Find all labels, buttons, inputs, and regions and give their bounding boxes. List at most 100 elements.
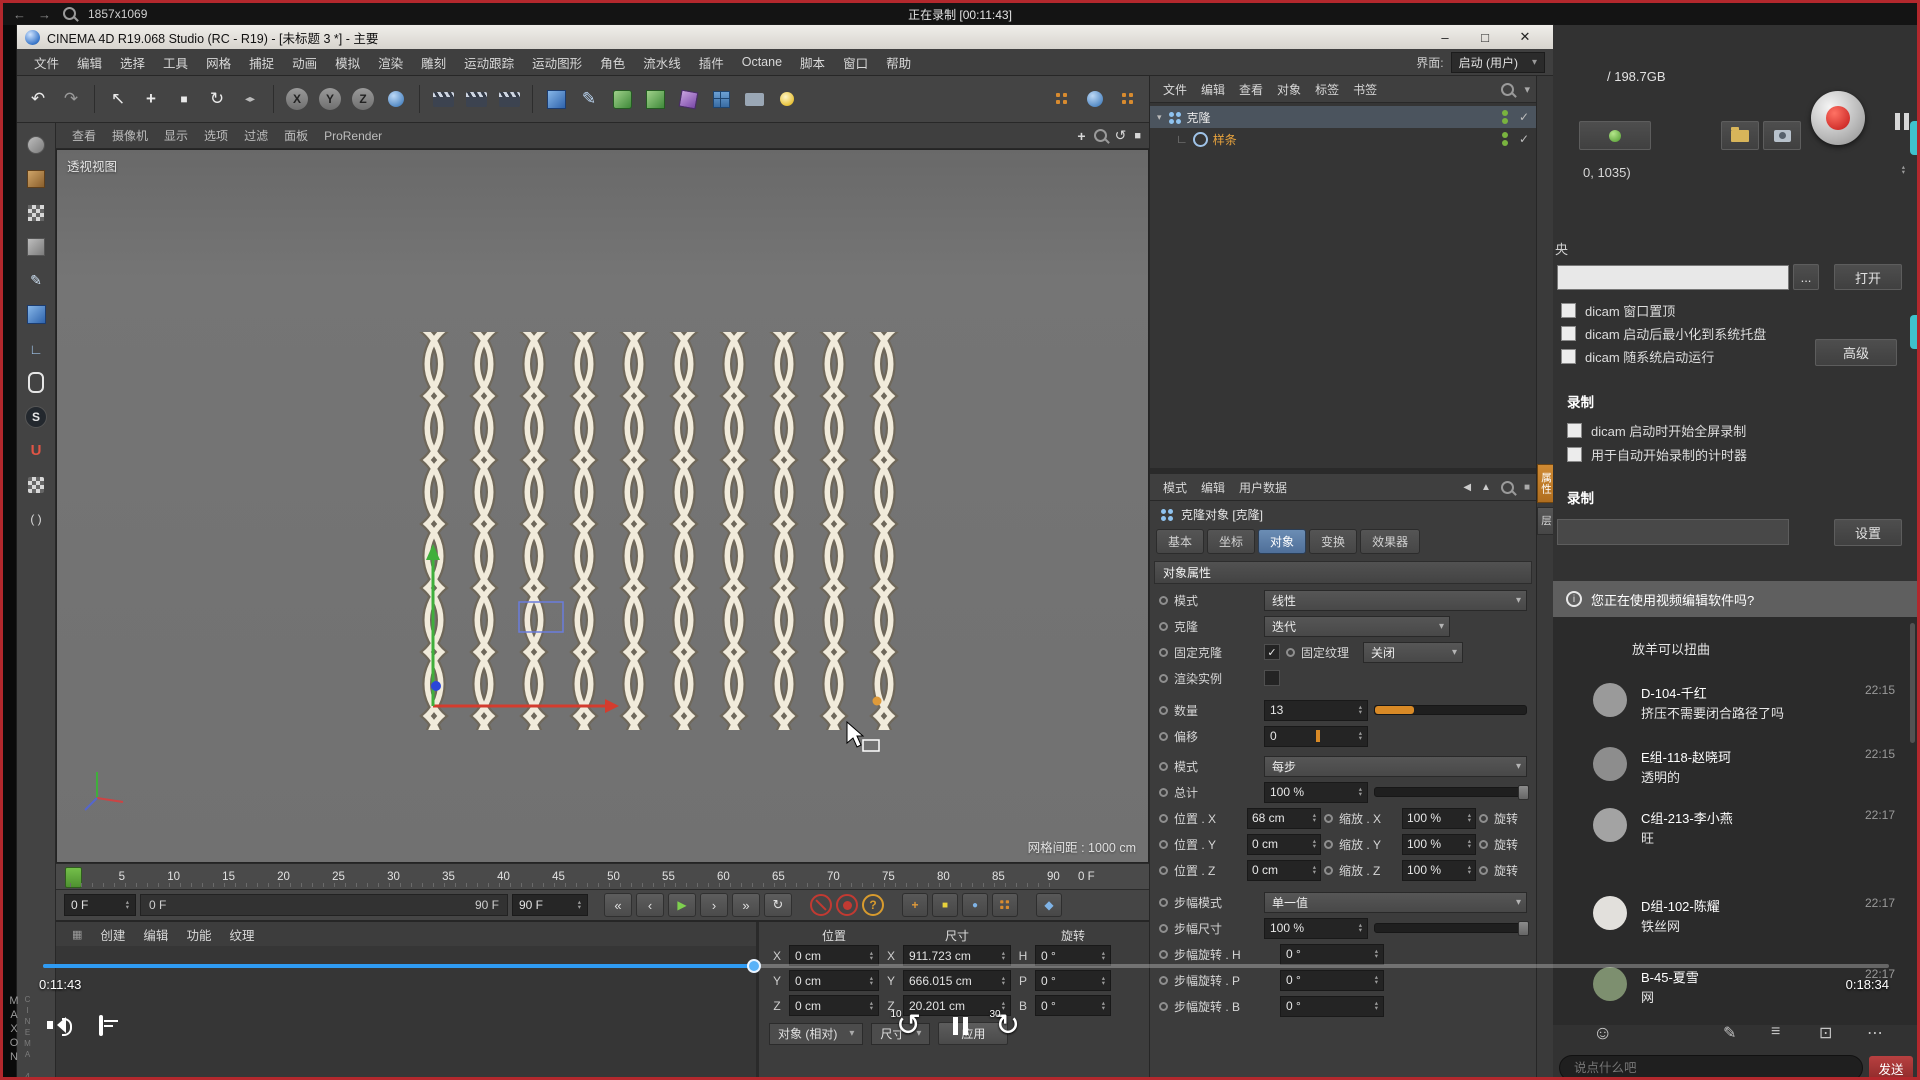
lock-z-axis-icon[interactable]: Z [348, 84, 378, 114]
tab-effectors[interactable]: 效果器 [1360, 529, 1420, 554]
rotate-view-icon[interactable]: ↺ [1115, 127, 1127, 144]
menu-item[interactable]: 脚本 [791, 53, 834, 72]
avatar[interactable] [1593, 747, 1627, 781]
anim-dot-icon[interactable] [1159, 788, 1168, 797]
open-folder-button[interactable] [1721, 121, 1759, 150]
record-position-icon[interactable]: + [902, 893, 928, 917]
fix-clone-checkbox[interactable]: ✓ [1264, 644, 1280, 660]
option-checkbox[interactable] [1567, 447, 1582, 462]
search-icon[interactable] [1501, 481, 1514, 494]
spinner-icon[interactable] [1313, 865, 1316, 875]
frame-range-slider[interactable]: 0 F 90 F [140, 894, 508, 916]
render-settings-icon[interactable] [494, 84, 524, 114]
lock-icon[interactable]: ■ [1524, 482, 1530, 493]
spinner-icon[interactable] [1359, 923, 1362, 933]
viewport-menu-item[interactable]: 过滤 [236, 127, 276, 144]
step-mode-dropdown[interactable]: 每步 [1264, 756, 1527, 777]
menu-item[interactable]: 角色 [591, 53, 634, 72]
model-mode-icon[interactable] [23, 165, 50, 192]
enable-check-icon[interactable]: ✓ [1519, 110, 1529, 124]
anim-dot-icon[interactable] [1286, 648, 1295, 657]
search-icon[interactable] [63, 7, 76, 20]
clone-position-y-field[interactable]: 0 cm [1247, 834, 1321, 855]
record-button[interactable] [1811, 91, 1865, 145]
fix-texture-dropdown[interactable]: 关闭 [1363, 642, 1463, 663]
size-y-field[interactable]: 666.015 cm [903, 970, 1011, 991]
spinner-icon[interactable] [1359, 705, 1362, 715]
object-name[interactable]: 样条 [1213, 131, 1237, 148]
end-frame-field[interactable]: 90 F [512, 894, 588, 916]
light-icon[interactable] [772, 84, 802, 114]
render-picture-viewer-icon[interactable] [461, 84, 491, 114]
option-checkbox[interactable] [1561, 303, 1576, 318]
expand-icon[interactable]: ▾ [1157, 112, 1162, 123]
spline-edit-icon[interactable]: ∟ [23, 335, 50, 362]
send-button[interactable]: 发送 [1869, 1056, 1913, 1077]
object-row-spline[interactable]: ∟ 样条 ✓ [1150, 128, 1536, 150]
anim-dot-icon[interactable] [1159, 622, 1168, 631]
view-mode-icon[interactable] [23, 131, 50, 158]
render-view-icon[interactable] [428, 84, 458, 114]
material-sphere-icon[interactable] [1080, 84, 1110, 114]
points-mode-icon[interactable]: ✎ [23, 267, 50, 294]
menu-item[interactable]: 插件 [690, 53, 733, 72]
menu-item[interactable]: 帮助 [877, 53, 920, 72]
play-icon[interactable]: ▶ [668, 893, 696, 917]
keyframe-presets-icon[interactable]: ◆ [1036, 893, 1062, 917]
minimize-button[interactable]: – [1425, 26, 1465, 48]
progress-knob[interactable] [747, 959, 761, 973]
am-menu-item[interactable]: 模式 [1156, 479, 1194, 496]
tab-coordinates[interactable]: 坐标 [1207, 529, 1255, 554]
spinner-icon[interactable] [1375, 949, 1378, 959]
search-icon[interactable] [1501, 83, 1514, 96]
subdivision-surface-icon[interactable] [607, 84, 637, 114]
notice-banner[interactable]: i 您正在使用视频编辑软件吗? [1553, 581, 1917, 617]
next-frame-icon[interactable]: › [700, 893, 728, 917]
spinner-icon[interactable] [1002, 976, 1005, 986]
anim-dot-icon[interactable] [1324, 814, 1333, 823]
rotation-h-field[interactable]: 0 ° [1035, 945, 1111, 966]
tab-basic[interactable]: 基本 [1156, 529, 1204, 554]
anim-dot-icon[interactable] [1159, 814, 1168, 823]
object-row-cloner[interactable]: ▾ 克隆 ✓ [1150, 106, 1536, 128]
parent-object-icon[interactable]: ▲ [1481, 482, 1491, 493]
spinner-icon[interactable] [578, 900, 581, 910]
anim-dot-icon[interactable] [1159, 648, 1168, 657]
autokey-icon[interactable] [836, 894, 858, 916]
anim-dot-icon[interactable] [1159, 1002, 1168, 1011]
anim-dot-icon[interactable] [1159, 706, 1168, 715]
anim-dot-icon[interactable] [1159, 898, 1168, 907]
avatar[interactable] [1593, 808, 1627, 842]
spinner-icon[interactable] [1313, 839, 1316, 849]
om-menu-item[interactable]: 查看 [1232, 81, 1270, 98]
spinner-icon[interactable] [1375, 1001, 1378, 1011]
viewport-menu-item[interactable]: 面板 [276, 127, 316, 144]
spinner-icon[interactable] [1468, 865, 1471, 875]
back-icon[interactable]: ← [13, 7, 26, 22]
pause-recording-icon[interactable] [1895, 113, 1909, 130]
snap-icon[interactable]: S [23, 403, 50, 430]
spinner-icon[interactable] [1468, 839, 1471, 849]
spinner-icon[interactable] [1102, 1001, 1105, 1011]
menu-item[interactable]: 流水线 [634, 53, 690, 72]
viewport-menu-item[interactable]: 查看 [64, 127, 104, 144]
visibility-dots-icon[interactable] [1502, 132, 1508, 146]
chat-input-field[interactable] [1572, 1060, 1850, 1076]
pan-view-icon[interactable]: + [1077, 128, 1085, 144]
spinner-icon[interactable] [1902, 165, 1905, 175]
om-menu-item[interactable]: 编辑 [1194, 81, 1232, 98]
lock-y-axis-icon[interactable]: Y [315, 84, 345, 114]
anim-dot-icon[interactable] [1159, 762, 1168, 771]
menu-item[interactable]: 雕刻 [412, 53, 455, 72]
anim-dot-icon[interactable] [1479, 866, 1488, 875]
clones-dropdown[interactable]: 迭代 [1264, 616, 1450, 637]
material-tab[interactable]: 创建 [92, 925, 133, 944]
lock-x-axis-icon[interactable]: X [282, 84, 312, 114]
size-x-field[interactable]: 911.723 cm [903, 945, 1011, 966]
camera-icon[interactable] [739, 84, 769, 114]
offset-field[interactable]: 0 [1264, 726, 1368, 747]
menu-item[interactable]: 文件 [25, 53, 68, 72]
recording-mode-button[interactable] [1579, 121, 1651, 150]
anim-dot-icon[interactable] [1479, 814, 1488, 823]
step-size-field[interactable]: 100 % [1264, 918, 1368, 939]
